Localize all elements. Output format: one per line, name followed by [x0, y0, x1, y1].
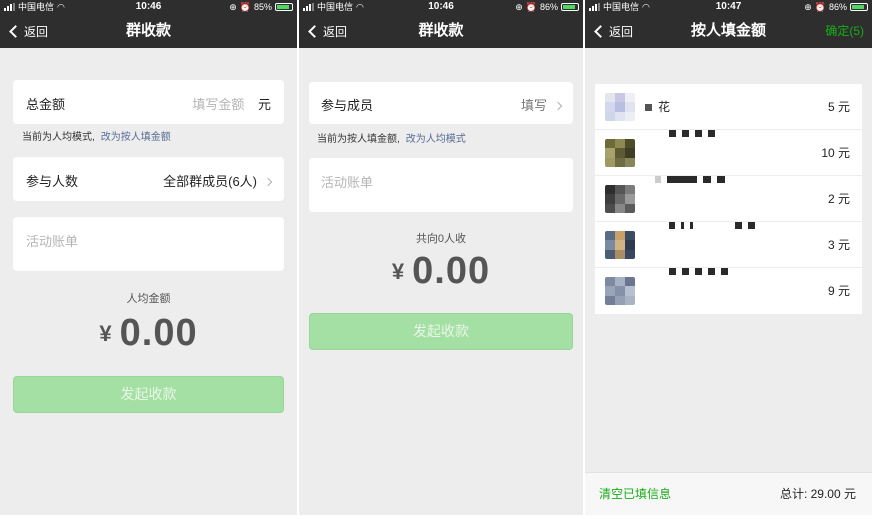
member-name	[669, 268, 728, 275]
member-amount[interactable]: 5 元	[828, 84, 850, 130]
currency-symbol: ¥	[391, 259, 405, 284]
participants-label: 参与人数	[26, 174, 79, 189]
list-item[interactable]: 3 元	[595, 222, 862, 268]
members-selector[interactable]: 填写	[520, 95, 563, 114]
members-row[interactable]: 参与成员 填写	[309, 82, 573, 124]
lock-rotation-icon: ⊕	[515, 2, 523, 12]
confirm-button[interactable]: 确定(5)	[825, 14, 864, 48]
per-person-label: 人均金额	[126, 293, 171, 305]
status-right: ⊕ ⏰ 86%	[515, 0, 579, 14]
member-name: 花	[645, 84, 670, 130]
status-bar: 中国电信 ◠ 10:46 ⊕ ⏰ 86%	[299, 0, 583, 14]
mode-hint: 当前为按人填金额, 改为人均模式	[317, 130, 466, 145]
amount-display: ¥0.00	[0, 312, 297, 355]
list-item[interactable]: 2 元	[595, 176, 862, 222]
memo-placeholder: 活动账单	[26, 234, 79, 249]
member-amount[interactable]: 10 元	[821, 130, 850, 176]
member-name	[669, 130, 715, 137]
battery-icon	[561, 3, 579, 11]
alarm-icon: ⏰	[525, 2, 537, 12]
mode-hint: 当前为人均模式, 改为按人填金额	[22, 128, 171, 143]
member-name-text: 花	[658, 100, 671, 114]
chevron-right-icon	[553, 101, 563, 111]
amount-display: ¥0.00	[299, 250, 583, 293]
clear-button[interactable]: 清空已填信息	[599, 473, 671, 515]
member-name	[655, 176, 725, 183]
page-title: 群收款	[418, 22, 464, 39]
list-item[interactable]: 花 5 元	[595, 84, 862, 130]
mode-hint-text: 当前为按人填金额,	[317, 134, 400, 145]
lock-rotation-icon: ⊕	[229, 2, 237, 12]
total-amount-label: 总金额	[26, 97, 66, 112]
battery-icon	[275, 3, 293, 11]
bottom-bar: 清空已填信息 总计: 29.00 元	[585, 472, 872, 515]
switch-mode-link[interactable]: 改为按人填金额	[101, 132, 171, 143]
member-amount[interactable]: 2 元	[828, 176, 850, 222]
battery-icon	[850, 3, 868, 11]
mode-hint-text: 当前为人均模式,	[22, 132, 95, 143]
screen-average-mode: 中国电信 ◠ 10:46 ⊕ ⏰ 85% 返回 群收款 总金额 填写金额 元 当…	[0, 0, 297, 515]
member-name	[669, 222, 755, 229]
avatar	[605, 139, 635, 167]
battery-percent: 86%	[828, 2, 847, 12]
status-right: ⊕ ⏰ 85%	[229, 0, 293, 14]
avatar	[605, 93, 635, 121]
memo-input[interactable]: 活动账单	[13, 217, 284, 271]
list-item[interactable]: 9 元	[595, 268, 862, 314]
currency-symbol: ¥	[99, 321, 112, 346]
participants-selector[interactable]: 全部群成员(6人)	[163, 171, 273, 190]
alarm-icon: ⏰	[239, 2, 251, 12]
status-bar: 中国电信 ◠ 10:47 ⊕ ⏰ 86%	[585, 0, 872, 14]
lock-rotation-icon: ⊕	[804, 2, 812, 12]
list-item[interactable]: 10 元	[595, 130, 862, 176]
total-amount: 总计: 29.00 元	[779, 487, 856, 501]
page-title: 群收款	[125, 22, 171, 39]
amount-value: 0.00	[412, 250, 491, 292]
avatar	[605, 277, 635, 305]
battery-percent: 86%	[539, 2, 558, 12]
memo-placeholder: 活动账单	[321, 175, 374, 190]
participants-row[interactable]: 参与人数 全部群成员(6人)	[13, 157, 284, 201]
status-right: ⊕ ⏰ 86%	[804, 0, 868, 14]
submit-button[interactable]: 发起收款	[309, 313, 573, 350]
memo-input[interactable]: 活动账单	[309, 158, 573, 212]
alarm-icon: ⏰	[814, 2, 826, 12]
amount-value: 0.00	[119, 312, 198, 354]
member-amount-list: 花 5 元 10 元 2 元 3 元 9 元	[595, 84, 862, 314]
participants-value: 全部群成员(6人)	[163, 174, 257, 189]
screen-by-person-mode: 中国电信 ◠ 10:46 ⊕ ⏰ 86% 返回 群收款 参与成员 填写 当前为按…	[299, 0, 583, 515]
avatar	[605, 231, 635, 259]
nav-bar: 返回 群收款	[299, 14, 583, 48]
submit-button[interactable]: 发起收款	[13, 376, 284, 413]
avatar	[605, 185, 635, 213]
total-amount-field[interactable]: 填写金额 元	[192, 94, 271, 113]
switch-mode-link[interactable]: 改为人均模式	[406, 134, 466, 145]
members-label: 参与成员	[321, 98, 374, 113]
nav-bar: 返回 按人填金额 确定(5)	[585, 14, 872, 48]
members-value: 填写	[520, 98, 547, 113]
status-bar: 中国电信 ◠ 10:46 ⊕ ⏰ 85%	[0, 0, 297, 14]
screen-fill-amounts: 中国电信 ◠ 10:47 ⊕ ⏰ 86% 返回 按人填金额 确定(5) 花 5 …	[585, 0, 872, 515]
member-amount[interactable]: 3 元	[828, 222, 850, 268]
collect-count-label: 共向0人收	[415, 233, 467, 245]
chevron-right-icon	[263, 177, 273, 187]
battery-percent: 85%	[253, 2, 272, 12]
total-amount-input[interactable]: 填写金额	[192, 97, 244, 112]
total-amount-card[interactable]: 总金额 填写金额 元	[13, 80, 284, 124]
member-amount[interactable]: 9 元	[828, 268, 850, 314]
nav-bar: 返回 群收款	[0, 14, 297, 48]
currency-unit: 元	[257, 97, 271, 112]
